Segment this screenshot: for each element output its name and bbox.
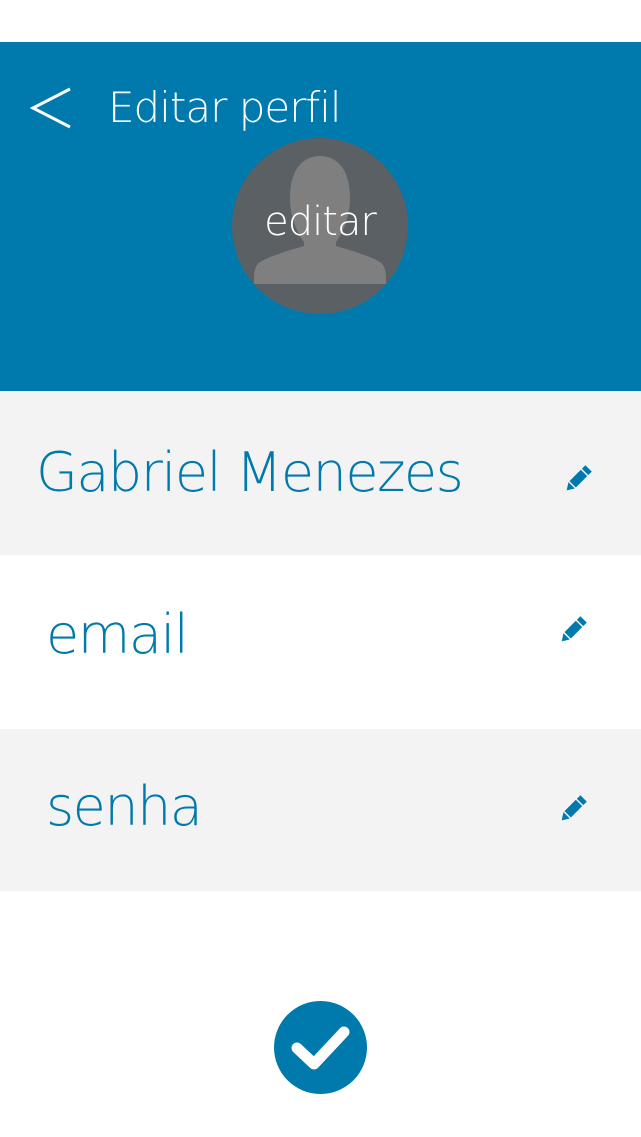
back-button[interactable] <box>28 86 78 130</box>
pencil-icon <box>561 616 587 642</box>
password-field-value: senha <box>46 775 203 838</box>
page-title: Editar perfil <box>108 83 342 132</box>
pencil-icon <box>561 795 587 821</box>
avatar-edit-label: editar <box>264 199 377 245</box>
header-bar: Editar perfil editar <box>0 42 641 391</box>
confirm-button[interactable] <box>274 1001 367 1094</box>
edit-profile-screen: Editar perfil editar Gabriel Menezes ema… <box>0 0 641 1137</box>
pencil-icon <box>566 465 592 491</box>
checkmark-icon <box>291 1026 350 1070</box>
avatar-edit-button[interactable]: editar <box>232 138 408 314</box>
email-field-value: email <box>46 603 189 666</box>
edit-name-button[interactable] <box>561 462 595 496</box>
name-field-row[interactable]: Gabriel Menezes <box>0 391 641 555</box>
chevron-left-icon <box>29 87 71 129</box>
edit-password-button[interactable] <box>556 792 590 826</box>
password-field-row[interactable]: senha <box>0 729 641 891</box>
email-field-row[interactable]: email <box>0 555 641 729</box>
name-field-value: Gabriel Menezes <box>36 441 464 504</box>
edit-email-button[interactable] <box>556 613 590 647</box>
